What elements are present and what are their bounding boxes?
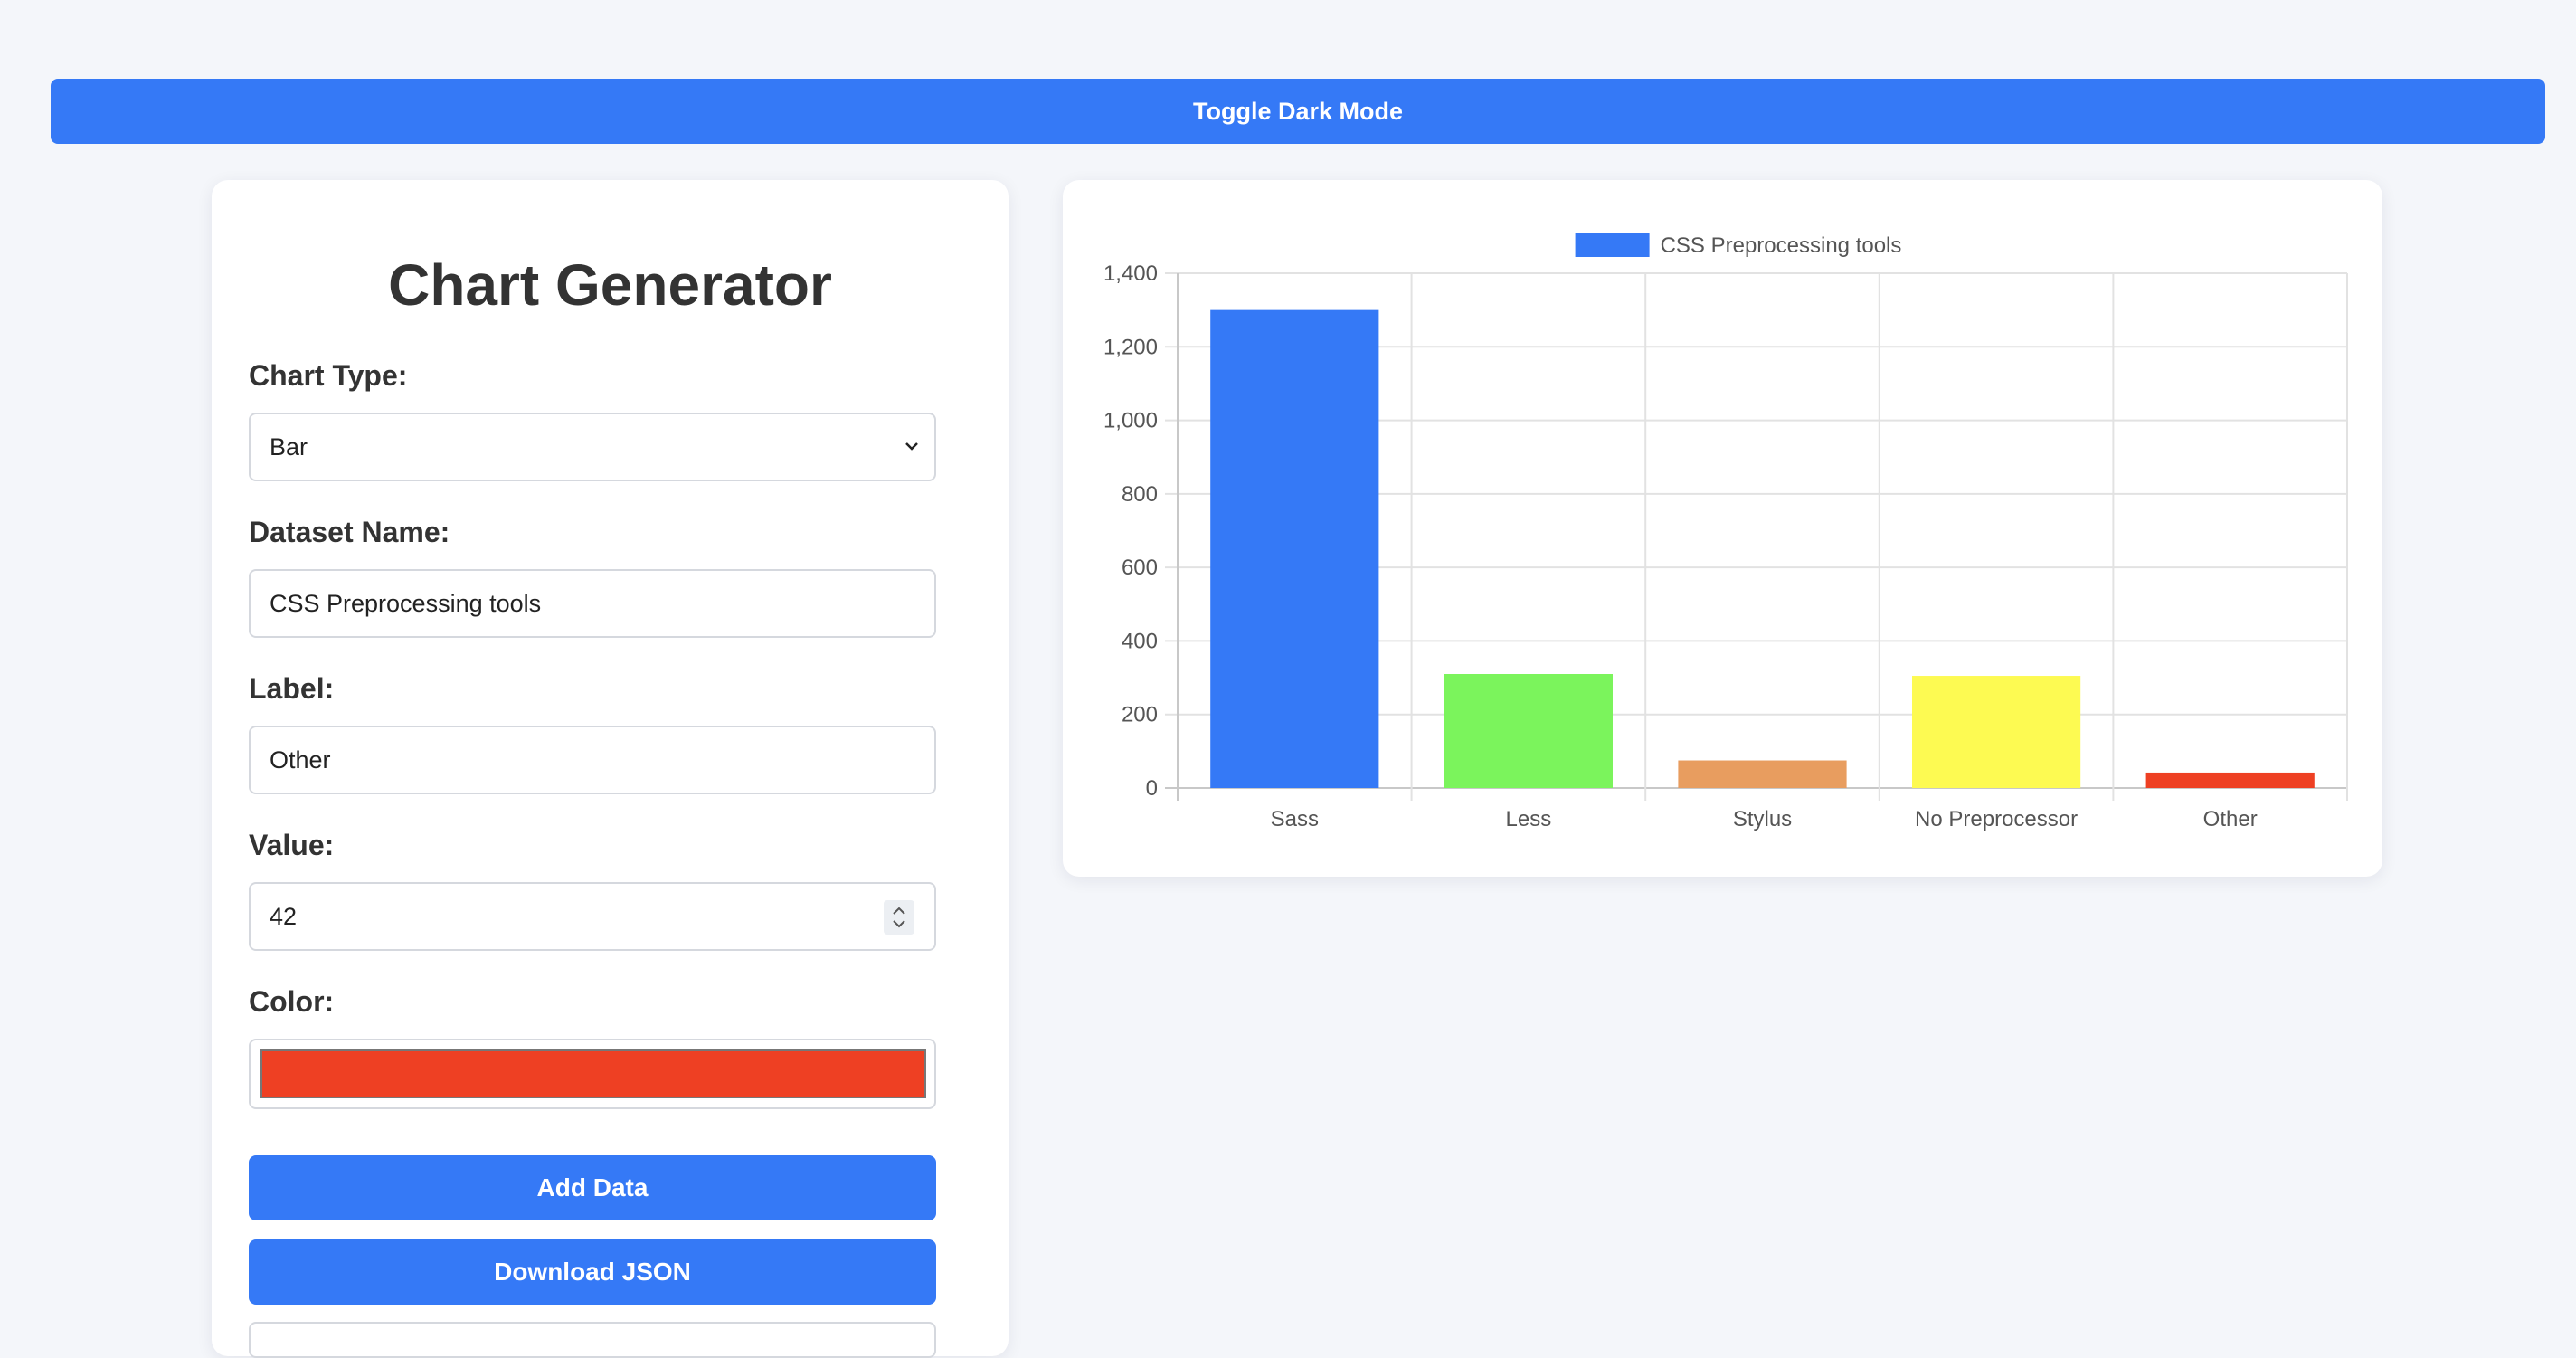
toggle-dark-mode-button[interactable]: Toggle Dark Mode [51, 79, 2545, 144]
y-tick-label: 200 [1122, 703, 1158, 727]
chart-bars [1210, 309, 2315, 789]
dataset-name-input[interactable]: CSS Preprocessing tools [249, 569, 936, 638]
x-tick-label: Sass [1271, 807, 1319, 831]
download-json-button[interactable]: Download JSON [249, 1239, 936, 1305]
page-title: Chart Generator [388, 252, 832, 318]
bar-no-preprocessor[interactable] [1912, 676, 2081, 788]
chart-type-value: Bar [270, 432, 308, 461]
value-input[interactable]: 42 [249, 882, 936, 951]
number-stepper[interactable] [884, 900, 914, 935]
color-field-label: Color: [249, 985, 335, 1018]
x-axis-ticks: Sass Less Stylus No Preprocessor Other [1271, 807, 2258, 831]
y-tick-label: 600 [1122, 556, 1158, 580]
y-tick-label: 800 [1122, 482, 1158, 507]
bar-sass[interactable] [1210, 309, 1379, 789]
color-picker[interactable] [249, 1039, 936, 1109]
chevron-down-icon [905, 442, 918, 451]
bar-chart: 0 200 400 600 800 1,000 1,200 1,400 Sass Less Sty… [1103, 233, 2348, 831]
x-tick-label: Stylus [1733, 807, 1792, 831]
x-tick-label: Other [2203, 807, 2258, 831]
next-control-partial[interactable] [249, 1322, 936, 1358]
bar-other[interactable] [2145, 772, 2315, 788]
stepper-arrows-icon [893, 907, 905, 928]
y-tick-label: 1,400 [1103, 261, 1158, 286]
x-tick-label: No Preprocessor [1915, 807, 2078, 831]
y-axis-ticks: 0 200 400 600 800 1,000 1,200 1,400 [1103, 261, 1158, 801]
chart-legend[interactable]: CSS Preprocessing tools [1575, 233, 1902, 258]
label-field-label: Label: [249, 672, 335, 705]
label-value: Other [270, 745, 331, 774]
y-tick-label: 1,000 [1103, 409, 1158, 433]
chart-type-select[interactable]: Bar [249, 413, 936, 481]
color-swatch [260, 1049, 926, 1098]
add-data-button[interactable]: Add Data [249, 1155, 936, 1220]
label-input[interactable]: Other [249, 726, 936, 794]
value-value: 42 [270, 902, 298, 930]
bar-stylus[interactable] [1678, 760, 1847, 788]
value-field-label: Value: [249, 829, 335, 861]
y-tick-label: 0 [1146, 776, 1158, 801]
y-tick-label: 1,200 [1103, 335, 1158, 359]
legend-label: CSS Preprocessing tools [1661, 233, 1902, 258]
x-tick-label: Less [1506, 807, 1552, 831]
dataset-name-label: Dataset Name: [249, 516, 450, 548]
legend-swatch [1575, 233, 1650, 257]
bar-less[interactable] [1444, 674, 1613, 788]
chart-type-label: Chart Type: [249, 359, 408, 392]
y-tick-label: 400 [1122, 629, 1158, 653]
dataset-name-value: CSS Preprocessing tools [270, 589, 542, 617]
